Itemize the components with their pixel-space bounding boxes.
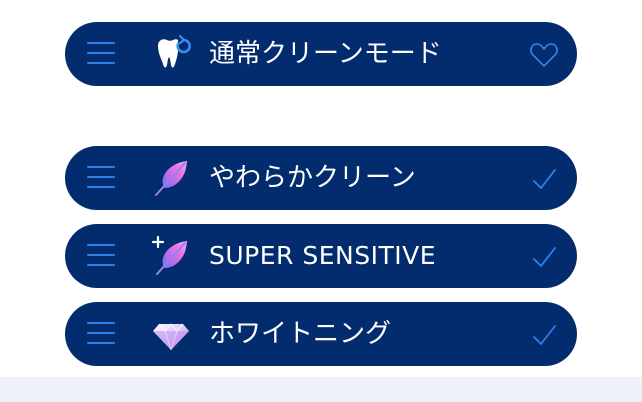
mode-row-soft-clean[interactable]: やわらかクリーン xyxy=(65,146,577,210)
check-icon[interactable] xyxy=(529,242,559,272)
heart-icon[interactable] xyxy=(529,40,559,70)
mode-row-whitening[interactable]: ホワイトニング xyxy=(65,302,577,366)
drag-handle-icon[interactable] xyxy=(87,244,115,268)
tooth-icon xyxy=(158,34,191,68)
mode-label: SUPER SENSITIVE xyxy=(209,241,437,270)
mode-label: やわらかクリーン xyxy=(209,163,416,193)
mode-row-standard-clean[interactable]: 通常クリーンモード xyxy=(65,22,577,86)
mode-label: ホワイトニング xyxy=(209,319,392,349)
drag-handle-icon[interactable] xyxy=(87,322,115,346)
sparkle-feather-icon xyxy=(151,236,187,275)
mode-label: 通常クリーンモード xyxy=(209,39,442,69)
check-icon[interactable] xyxy=(529,320,559,350)
bottom-band xyxy=(0,377,642,402)
feather-icon xyxy=(155,161,187,196)
drag-handle-icon[interactable] xyxy=(87,166,115,190)
diamond-icon xyxy=(153,323,189,351)
check-icon[interactable] xyxy=(529,164,559,194)
mode-row-super-sensitive[interactable]: SUPER SENSITIVE xyxy=(65,224,577,288)
drag-handle-icon[interactable] xyxy=(87,42,115,66)
